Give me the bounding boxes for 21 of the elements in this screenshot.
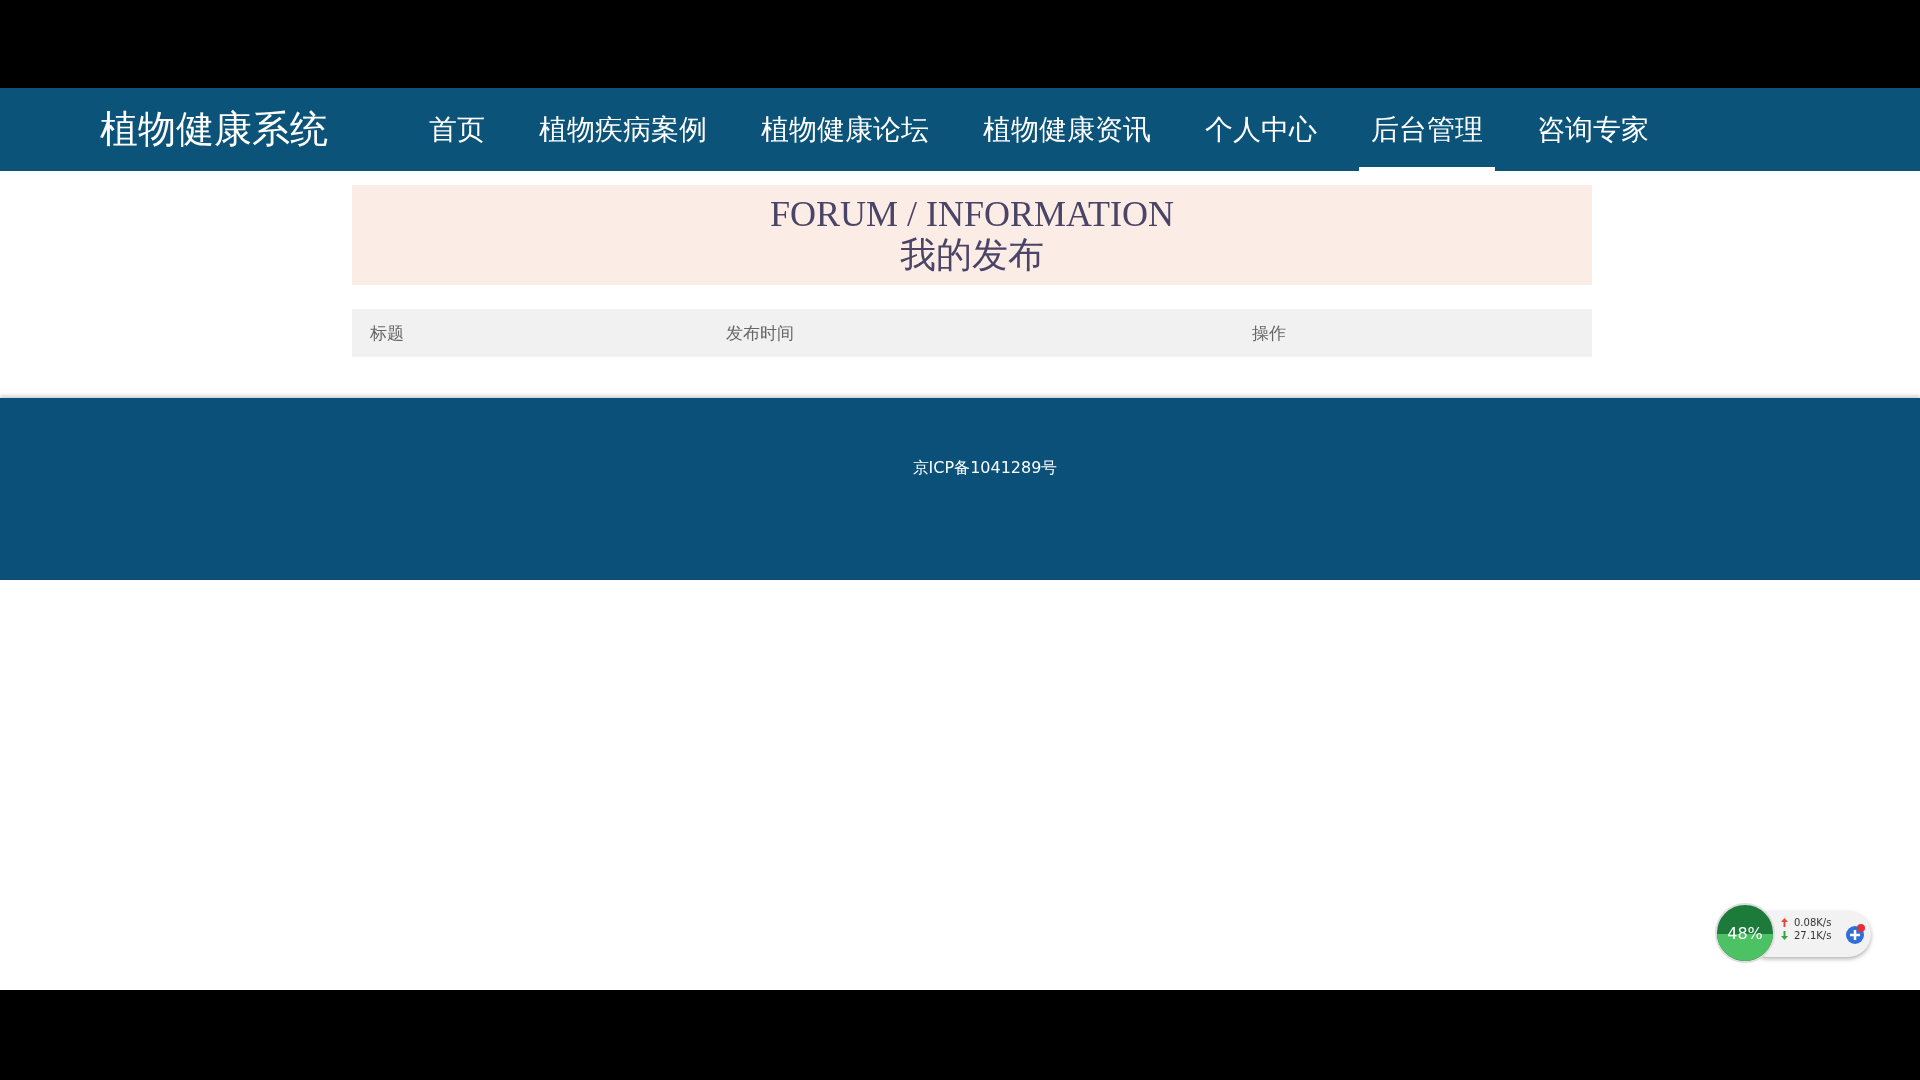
- up-arrow-icon: [1781, 918, 1788, 927]
- column-header: 标题: [369, 321, 405, 345]
- nav-tab[interactable]: 咨询专家: [1525, 88, 1661, 171]
- footer-text: 京ICP备1041289号: [912, 458, 1058, 479]
- banner-subtitle: 我的发布: [900, 234, 1044, 276]
- nav-tab[interactable]: 植物健康论坛: [749, 88, 941, 171]
- nav-tab[interactable]: 首页: [417, 88, 497, 171]
- usage-gauge[interactable]: 48%: [1715, 903, 1775, 963]
- usage-percent: 48%: [1727, 923, 1763, 943]
- nav-tab[interactable]: 植物疾病案例: [527, 88, 719, 171]
- upload-rate: 0.08K/s: [1794, 917, 1832, 928]
- nav-tab[interactable]: 个人中心: [1193, 88, 1329, 171]
- download-rate: 27.1K/s: [1794, 930, 1832, 941]
- column-header: 操作: [1251, 321, 1287, 345]
- plus-icon[interactable]: [1845, 924, 1865, 944]
- nav-tab[interactable]: 后台管理: [1359, 88, 1495, 171]
- column-header: 发布时间: [725, 321, 795, 345]
- banner-title: FORUM / INFORMATION: [769, 194, 1175, 234]
- site-logo: 植物健康系统: [100, 106, 329, 153]
- nav-tab[interactable]: 植物健康资讯: [971, 88, 1163, 171]
- down-arrow-icon: [1781, 931, 1788, 940]
